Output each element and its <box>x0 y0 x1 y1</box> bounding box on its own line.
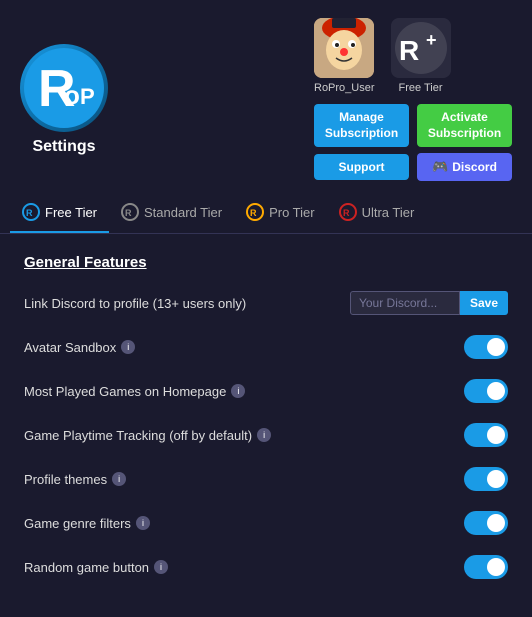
feature-row-playtime-tracking: Game Playtime Tracking (off by default) … <box>24 421 508 449</box>
tabs-bar: R Free Tier R Standard Tier R Pro Tier R… <box>0 193 532 234</box>
ropro-plus-avatar-svg: R + <box>391 18 451 78</box>
feature-label-text-profile-themes: Profile themes <box>24 472 107 487</box>
feature-label-text-genre-filters: Game genre filters <box>24 516 131 531</box>
feature-label-profile-themes: Profile themes i <box>24 472 464 487</box>
feature-row-genre-filters: Game genre filters i <box>24 509 508 537</box>
toggle-profile-themes[interactable] <box>464 467 508 491</box>
settings-label: Settings <box>32 138 95 156</box>
toggle-thumb-profile-themes <box>487 470 505 488</box>
action-buttons-row2: Support 🎮 Discord <box>314 153 512 181</box>
feature-label-most-played: Most Played Games on Homepage i <box>24 384 464 399</box>
discord-input-group: Save <box>350 291 508 315</box>
toggle-track-genre-filters[interactable] <box>464 511 508 535</box>
svg-text:R: R <box>399 35 419 66</box>
feature-label-text-random-game: Random game button <box>24 560 149 575</box>
toggle-most-played[interactable] <box>464 379 508 403</box>
svg-text:+: + <box>426 30 437 50</box>
svg-text:P: P <box>80 84 95 109</box>
logo-container: R o P Settings <box>20 44 108 156</box>
feature-label-avatar-sandbox: Avatar Sandbox i <box>24 340 464 355</box>
logo-svg: R o P <box>24 48 104 128</box>
discord-button-label: Discord <box>452 160 497 174</box>
discord-button[interactable]: 🎮 Discord <box>417 153 512 181</box>
avatar-ropro <box>314 18 374 78</box>
user-card-ropro: RoPro_User <box>314 18 375 94</box>
tab-standard-tier[interactable]: R Standard Tier <box>109 193 234 233</box>
discord-icon: 🎮 <box>432 159 448 175</box>
logo-circle: R o P <box>20 44 108 132</box>
feature-label-genre-filters: Game genre filters i <box>24 516 464 531</box>
svg-text:R: R <box>125 208 132 218</box>
toggle-thumb-random-game <box>487 558 505 576</box>
info-icon-most-played[interactable]: i <box>231 384 245 398</box>
svg-text:R: R <box>250 208 257 218</box>
toggle-avatar-sandbox[interactable] <box>464 335 508 359</box>
info-icon-genre-filters[interactable]: i <box>136 516 150 530</box>
toggle-thumb-playtime-tracking <box>487 426 505 444</box>
tab-icon-free: R <box>22 203 40 221</box>
section-title: General Features <box>24 254 508 271</box>
tab-free-tier-label: Free Tier <box>45 205 97 220</box>
svg-text:R: R <box>343 208 350 218</box>
feature-label-random-game: Random game button i <box>24 560 464 575</box>
support-button[interactable]: Support <box>314 154 409 180</box>
feature-label-text-playtime-tracking: Game Playtime Tracking (off by default) <box>24 428 252 443</box>
header: R o P Settings <box>0 0 532 193</box>
toggle-track-profile-themes[interactable] <box>464 467 508 491</box>
tab-icon-standard: R <box>121 203 139 221</box>
info-icon-random-game[interactable]: i <box>154 560 168 574</box>
tier-label-free: Free Tier <box>399 82 443 94</box>
toggle-track-most-played[interactable] <box>464 379 508 403</box>
feature-label-playtime-tracking: Game Playtime Tracking (off by default) … <box>24 428 464 443</box>
feature-row-discord-link: Link Discord to profile (13+ users only)… <box>24 289 508 317</box>
feature-row-avatar-sandbox: Avatar Sandbox i <box>24 333 508 361</box>
main-content: General Features Link Discord to profile… <box>0 234 532 617</box>
clown-avatar-svg <box>314 18 374 78</box>
toggle-genre-filters[interactable] <box>464 511 508 535</box>
toggle-thumb-most-played <box>487 382 505 400</box>
toggle-playtime-tracking[interactable] <box>464 423 508 447</box>
svg-text:R: R <box>26 208 33 218</box>
svg-text:o: o <box>64 80 80 110</box>
discord-input[interactable] <box>350 291 460 315</box>
tab-pro-tier-label: Pro Tier <box>269 205 315 220</box>
tab-ultra-tier[interactable]: R Ultra Tier <box>327 193 427 233</box>
tab-pro-tier[interactable]: R Pro Tier <box>234 193 327 233</box>
header-right: RoPro_User R + Free Tier ManageSubscript… <box>314 18 512 181</box>
toggle-track-avatar-sandbox[interactable] <box>464 335 508 359</box>
manage-subscription-button[interactable]: ManageSubscription <box>314 104 409 147</box>
tab-ultra-tier-label: Ultra Tier <box>362 205 415 220</box>
feature-row-most-played: Most Played Games on Homepage i <box>24 377 508 405</box>
logo-text: R o P <box>24 48 104 128</box>
toggle-thumb-avatar-sandbox <box>487 338 505 356</box>
save-discord-button[interactable]: Save <box>460 291 508 315</box>
tab-icon-ultra: R <box>339 203 357 221</box>
info-icon-profile-themes[interactable]: i <box>112 472 126 486</box>
username-ropro: RoPro_User <box>314 82 375 94</box>
toggle-track-playtime-tracking[interactable] <box>464 423 508 447</box>
activate-subscription-button[interactable]: ActivateSubscription <box>417 104 512 147</box>
tab-free-tier[interactable]: R Free Tier <box>10 193 109 233</box>
action-buttons-row1: ManageSubscription ActivateSubscription <box>314 104 512 147</box>
feature-row-profile-themes: Profile themes i <box>24 465 508 493</box>
toggle-track-random-game[interactable] <box>464 555 508 579</box>
tab-icon-pro: R <box>246 203 264 221</box>
user-card-free: R + Free Tier <box>391 18 451 94</box>
user-cards: RoPro_User R + Free Tier <box>314 18 451 94</box>
feature-label-text-discord-link: Link Discord to profile (13+ users only) <box>24 296 246 311</box>
toggle-random-game[interactable] <box>464 555 508 579</box>
feature-label-discord-link: Link Discord to profile (13+ users only) <box>24 296 350 311</box>
feature-label-text-most-played: Most Played Games on Homepage <box>24 384 226 399</box>
feature-label-text-avatar-sandbox: Avatar Sandbox <box>24 340 116 355</box>
tab-standard-tier-label: Standard Tier <box>144 205 222 220</box>
avatar-free: R + <box>391 18 451 78</box>
info-icon-playtime-tracking[interactable]: i <box>257 428 271 442</box>
toggle-thumb-genre-filters <box>487 514 505 532</box>
feature-row-random-game: Random game button i <box>24 553 508 581</box>
info-icon-avatar-sandbox[interactable]: i <box>121 340 135 354</box>
